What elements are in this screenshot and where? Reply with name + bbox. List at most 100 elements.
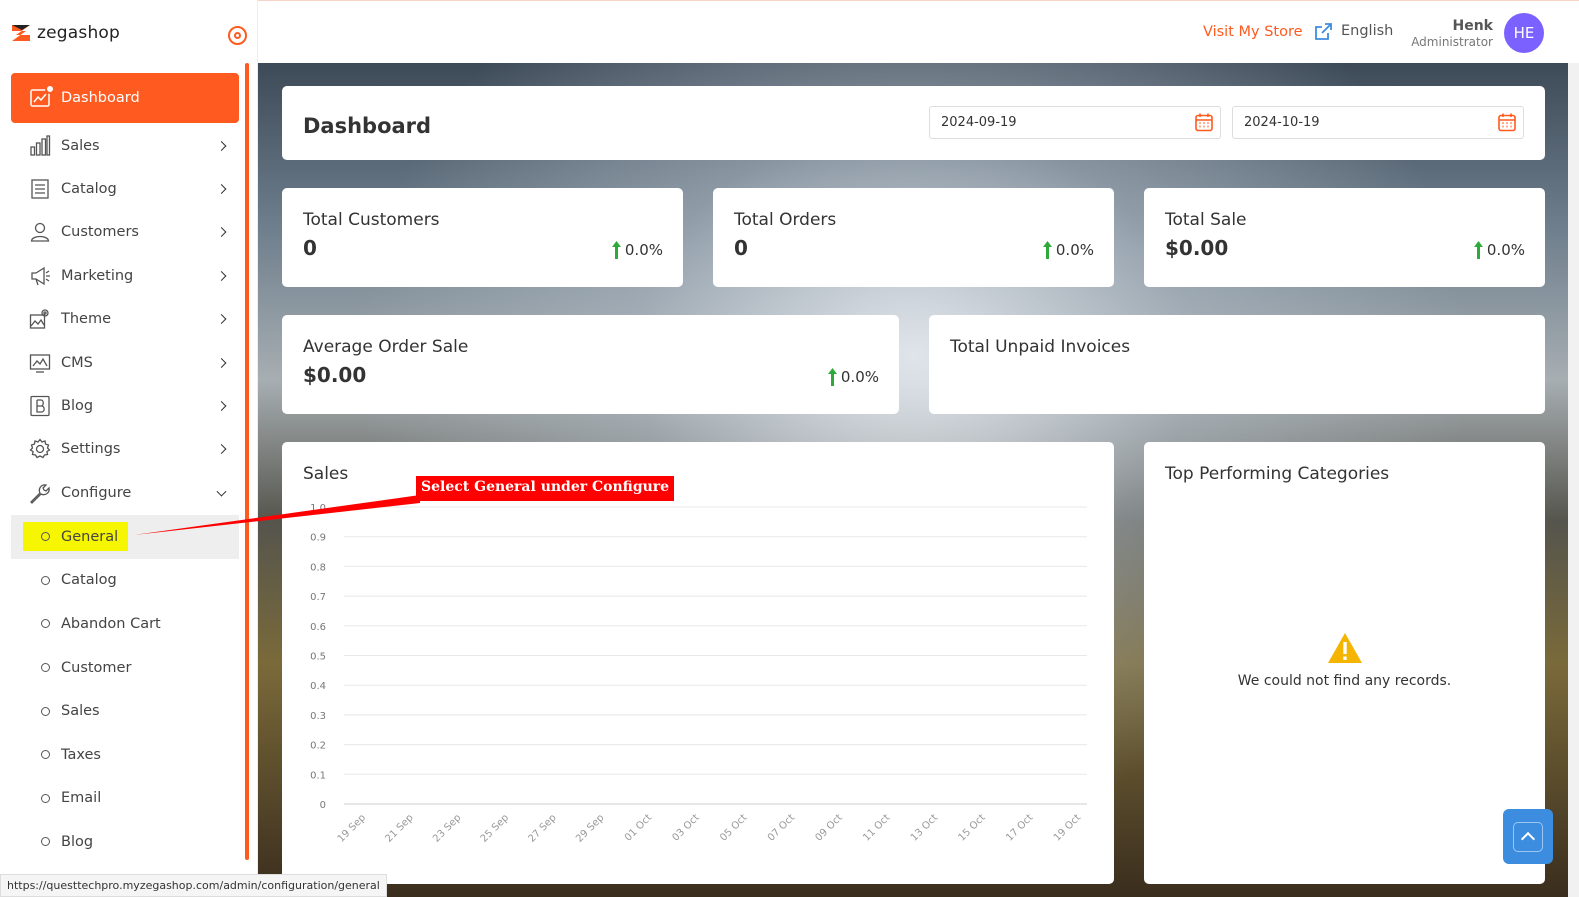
y-tick-label: 0.5	[310, 652, 326, 663]
external-link-icon	[1314, 23, 1332, 40]
configure-submenu: General Catalog Abandon Cart Customer Sa…	[11, 515, 239, 864]
stat-trend: 0.0%	[827, 367, 879, 387]
stat-card-total-unpaid-invoices: Total Unpaid Invoices	[929, 315, 1545, 414]
submenu-item-taxes[interactable]: Taxes	[11, 733, 239, 777]
stat-label: Total Orders	[734, 210, 837, 230]
circle-bullet-icon	[41, 532, 50, 542]
x-tick-label: 03 Oct	[671, 812, 702, 843]
visit-my-store-link[interactable]: Visit My Store	[1203, 22, 1333, 42]
highlight: General	[23, 522, 129, 552]
chevron-right-icon	[216, 401, 227, 411]
person-icon	[29, 221, 51, 243]
submenu-item-label: Abandon Cart	[61, 615, 161, 632]
y-tick-label: 1.0	[310, 503, 326, 514]
sidebar-item-label: Marketing	[61, 267, 134, 284]
calendar-icon[interactable]	[1194, 112, 1214, 132]
sidebar-item-label: Dashboard	[61, 90, 140, 106]
catalog-list-icon	[29, 178, 51, 200]
stat-card-total-sale: Total Sale $0.00 0.0%	[1144, 188, 1545, 287]
stat-label: Total Customers	[303, 210, 440, 230]
sidebar-collapse-icon[interactable]	[228, 26, 247, 45]
stat-value: $0.00	[1165, 236, 1229, 260]
x-tick-label: 29 Sep	[574, 812, 606, 844]
sidebar-item-blog[interactable]: Blog	[11, 384, 239, 427]
stat-value: $0.00	[303, 363, 367, 387]
x-tick-label: 09 Oct	[814, 812, 845, 843]
sales-line-chart: 0 0.1 0.2 0.3 0.4 0.5 0.6 0.7 0.8 0.9 1.0 19 Sep 21 …	[310, 503, 1087, 845]
sidebar-item-configure[interactable]: Configure	[11, 471, 239, 514]
chevron-down-icon	[216, 486, 227, 497]
user-name: Henk	[1452, 18, 1494, 34]
sidebar-scrollbar[interactable]	[245, 63, 249, 860]
megaphone-icon	[29, 265, 51, 287]
x-tick-label: 11 Oct	[861, 812, 892, 843]
submenu-item-blog[interactable]: Blog	[11, 820, 239, 864]
x-tick-label: 01 Oct	[623, 812, 654, 843]
empty-state: We could not find any records.	[1144, 632, 1545, 689]
y-tick-label: 0.9	[310, 533, 326, 544]
sidebar-item-sales[interactable]: Sales	[11, 124, 239, 167]
gear-icon	[29, 438, 51, 460]
submenu-item-sales[interactable]: Sales	[11, 689, 239, 733]
stat-trend-value: 0.0%	[624, 241, 663, 259]
stat-trend-value: 0.0%	[1055, 241, 1094, 259]
stat-label: Total Unpaid Invoices	[950, 337, 1131, 357]
submenu-item-label: Catalog	[61, 572, 117, 589]
zegashop-logo[interactable]: zegashop	[10, 22, 120, 44]
back-to-top-button[interactable]	[1503, 809, 1553, 864]
date-from-value: 2024-09-19	[941, 115, 1017, 130]
stat-trend: 0.0%	[611, 240, 663, 260]
sidebar-item-theme[interactable]: Theme	[11, 298, 239, 341]
x-tick-label: 13 Oct	[909, 812, 940, 843]
submenu-item-customer[interactable]: Customer	[11, 646, 239, 690]
chevron-up-icon	[1513, 821, 1543, 852]
y-tick-label: 0	[320, 800, 326, 811]
calendar-icon[interactable]	[1497, 112, 1517, 132]
sidebar-item-marketing[interactable]: Marketing	[11, 254, 239, 297]
notification-dot	[45, 84, 55, 94]
stat-value: 0	[303, 236, 317, 260]
language-selector[interactable]: English	[1341, 23, 1393, 39]
y-tick-label: 0.2	[310, 741, 326, 752]
sidebar-item-label: Customers	[61, 224, 139, 241]
top-bar: Visit My Store English Henk Administrato…	[258, 0, 1579, 63]
stat-value: 0	[734, 236, 748, 260]
date-from-input[interactable]: 2024-09-19	[929, 106, 1221, 139]
y-tick-label: 0.3	[310, 711, 326, 722]
logo-text: zegashop	[37, 23, 121, 43]
x-tick-label: 15 Oct	[957, 812, 988, 843]
avatar[interactable]: HE	[1504, 13, 1544, 53]
page-title: Dashboard	[303, 114, 432, 138]
sidebar-item-cms[interactable]: CMS	[11, 341, 239, 384]
stat-trend-value: 0.0%	[1486, 241, 1525, 259]
submenu-item-general[interactable]: General	[11, 515, 239, 559]
sidebar-item-dashboard[interactable]: Dashboard	[11, 73, 239, 123]
chevron-right-icon	[216, 270, 227, 281]
arrow-up-icon	[611, 241, 621, 259]
stat-card-average-order-sale: Average Order Sale $0.00 0.0%	[282, 315, 899, 414]
chevron-right-icon	[216, 140, 227, 151]
top-categories-card: Top Performing Categories We could not f…	[1144, 442, 1545, 884]
annotation-label: Select General under Configure	[416, 476, 675, 501]
page-scrollbar[interactable]	[1568, 63, 1579, 897]
warning-icon	[1327, 633, 1362, 663]
submenu-item-label: General	[61, 528, 119, 545]
sidebar-item-label: Catalog	[61, 181, 117, 198]
date-to-input[interactable]: 2024-10-19	[1232, 106, 1524, 139]
submenu-item-email[interactable]: Email	[11, 777, 239, 821]
circle-bullet-icon	[41, 619, 50, 629]
x-tick-label: 05 Oct	[718, 812, 749, 843]
circle-bullet-icon	[41, 750, 50, 760]
submenu-item-abandon-cart[interactable]: Abandon Cart	[11, 602, 239, 646]
submenu-item-catalog[interactable]: Catalog	[11, 559, 239, 603]
blog-b-icon	[29, 395, 51, 417]
sidebar-item-label: Theme	[61, 311, 112, 328]
chevron-right-icon	[216, 184, 227, 195]
sidebar-item-catalog[interactable]: Catalog	[11, 167, 239, 210]
x-tick-label: 17 Oct	[1004, 812, 1035, 843]
sidebar-item-customers[interactable]: Customers	[11, 211, 239, 254]
arrow-up-icon	[827, 368, 837, 386]
sales-chart-card: Sales 0 0.1 0.2 0.3 0.4 0.5 0.6 0.7 0.8 0.9 1.0 19 …	[282, 442, 1114, 884]
arrow-up-icon	[1473, 241, 1483, 259]
sidebar-item-settings[interactable]: Settings	[11, 428, 239, 471]
